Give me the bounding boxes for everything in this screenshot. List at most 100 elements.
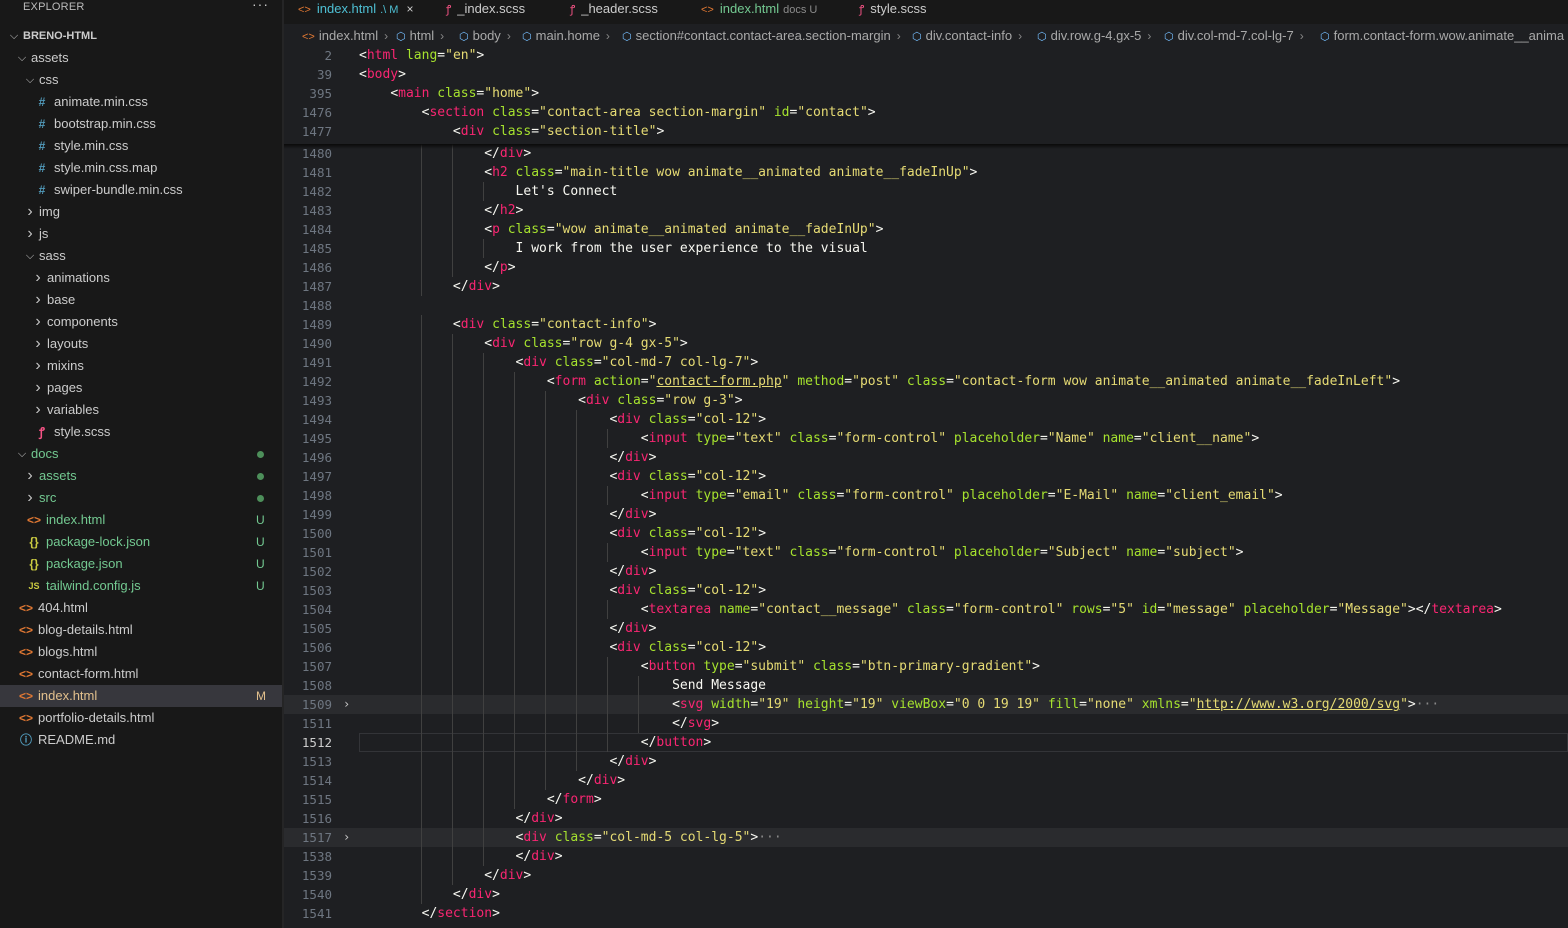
close-tab-icon[interactable]: × — [406, 2, 413, 16]
tree-file-style-min-css[interactable]: # style.min.css — [0, 135, 282, 157]
code-line[interactable]: 1500 <div class="col-12"> — [284, 524, 1568, 543]
code-line[interactable]: 1513 </div> — [284, 752, 1568, 771]
code-line[interactable]: 1540 </div> — [284, 885, 1568, 904]
code-line[interactable]: 1502 </div> — [284, 562, 1568, 581]
code-line[interactable]: 1504 <textarea name="contact__message" c… — [284, 600, 1568, 619]
tree-folder-docs[interactable]: ⌵ docs — [0, 443, 282, 465]
tree-folder-pages[interactable]: › pages — [0, 377, 282, 399]
tab-index-html[interactable]: <> index.html .\ M × — [298, 0, 413, 24]
code-line[interactable]: 1499 </div> — [284, 505, 1568, 524]
code-line[interactable]: 1488 — [284, 296, 1568, 315]
tab-index-scss[interactable]: ꝭ _index.scss — [446, 0, 525, 24]
tree-folder-sass[interactable]: ⌵ sass — [0, 245, 282, 267]
tree-folder-animations[interactable]: › animations — [0, 267, 282, 289]
code-line[interactable]: 1509 › <svg width="19" height="19" viewBo… — [284, 695, 1568, 714]
code-text: <input type="email" class="form-control"… — [640, 488, 1283, 503]
tree-folder-css[interactable]: ⌵ css — [0, 69, 282, 91]
sticky-scroll-line[interactable]: 1477 <div class="section-title"> — [284, 122, 1568, 141]
code-line[interactable]: 1481 <h2 class="main-title wow animate__… — [284, 163, 1568, 182]
chevron-right-icon: › — [35, 291, 41, 308]
code-line[interactable]: 1487 </div> — [284, 277, 1568, 296]
code-line[interactable]: 1507 <button type="submit" class="btn-pr… — [284, 657, 1568, 676]
tree-file-swiper-bundle-min-css[interactable]: # swiper-bundle.min.css — [0, 179, 282, 201]
breadcrumb-item[interactable]: ⬡ main.home › — [522, 26, 610, 47]
tree-file-bootstrap-min-css[interactable]: # bootstrap.min.css — [0, 113, 282, 135]
tree-file-blog-details-html[interactable]: <> blog-details.html — [0, 619, 282, 641]
tree-file-animate-min-css[interactable]: # animate.min.css — [0, 91, 282, 113]
tree-folder-variables[interactable]: › variables — [0, 399, 282, 421]
code-line[interactable]: 1541 </section> — [284, 904, 1568, 923]
code-line[interactable]: 1503 <div class="col-12"> — [284, 581, 1568, 600]
code-line[interactable]: 1539 </div> — [284, 866, 1568, 885]
sticky-scroll-line[interactable]: 395 <main class="home"> — [284, 84, 1568, 103]
code-line[interactable]: 1485 I work from the user experience to … — [284, 239, 1568, 258]
code-line[interactable]: 1497 <div class="col-12"> — [284, 467, 1568, 486]
breadcrumb-item[interactable]: <> index.html › — [302, 26, 388, 47]
code-line[interactable]: 1515 </form> — [284, 790, 1568, 809]
tree-folder-components[interactable]: › components — [0, 311, 282, 333]
code-line[interactable]: 1538 </div> — [284, 847, 1568, 866]
code-line[interactable]: 1489 <div class="contact-info"> — [284, 315, 1568, 334]
code-line[interactable]: 1512 </button> — [284, 733, 1568, 752]
tree-file-index-html[interactable]: <> index.html M — [0, 685, 282, 707]
code-line[interactable]: 1514 </div> — [284, 771, 1568, 790]
tree-file-style-min-css-map[interactable]: # style.min.css.map — [0, 157, 282, 179]
breadcrumb-item[interactable]: ⬡ form.contact-form.wow.animate__anima — [1320, 26, 1564, 47]
code-line[interactable]: 1516 </div> — [284, 809, 1568, 828]
tree-folder-js[interactable]: › js — [0, 223, 282, 245]
tree-file-package-lock-json[interactable]: {} package-lock.json U — [0, 531, 282, 553]
code-line[interactable]: 1511 </svg> — [284, 714, 1568, 733]
code-line[interactable]: 1508 Send Message — [284, 676, 1568, 695]
tree-file-portfolio-details-html[interactable]: <> portfolio-details.html — [0, 707, 282, 729]
fold-chevron-icon[interactable]: › — [343, 695, 350, 714]
code-line[interactable]: 1494 <div class="col-12"> — [284, 410, 1568, 429]
tree-file-blogs-html[interactable]: <> blogs.html — [0, 641, 282, 663]
code-line[interactable]: 1506 <div class="col-12"> — [284, 638, 1568, 657]
breadcrumb-item[interactable]: ⬡ div.row.g-4.gx-5 › — [1037, 26, 1151, 47]
sticky-scroll-line[interactable]: 1476 <section class="contact-area sectio… — [284, 103, 1568, 122]
code-line[interactable]: 1505 </div> — [284, 619, 1568, 638]
tree-folder-breno-html[interactable]: ⌵ BRENO-HTML — [0, 25, 282, 47]
breadcrumb-item[interactable]: ⬡ section#contact.contact-area.section-ma… — [622, 26, 901, 47]
tree-folder-src[interactable]: › src — [0, 487, 282, 509]
code-line[interactable]: 1498 <input type="email" class="form-con… — [284, 486, 1568, 505]
code-line[interactable]: 1483 </h2> — [284, 201, 1568, 220]
tree-folder-img[interactable]: › img — [0, 201, 282, 223]
breadcrumb-item[interactable]: ⬡ body › — [459, 26, 511, 47]
more-actions-icon[interactable]: ··· — [252, 0, 269, 12]
tree-folder-mixins[interactable]: › mixins — [0, 355, 282, 377]
breadcrumb-item[interactable]: ⬡ div.contact-info › — [912, 26, 1022, 47]
tree-file-contact-form-html[interactable]: <> contact-form.html — [0, 663, 282, 685]
tree-file-index-html[interactable]: <> index.html U — [0, 509, 282, 531]
tab-header-scss[interactable]: ꝭ _header.scss — [570, 0, 658, 24]
code-line[interactable]: 1517 › <div class="col-md-5 col-lg-5">··· — [284, 828, 1568, 847]
breadcrumb-item[interactable]: ⬡ html › — [396, 26, 444, 47]
code-line[interactable]: 1495 <input type="text" class="form-cont… — [284, 429, 1568, 448]
code-line[interactable]: 1493 <div class="row g-3"> — [284, 391, 1568, 410]
fold-chevron-icon[interactable]: › — [343, 828, 350, 847]
tree-folder-assets[interactable]: ⌵ assets — [0, 47, 282, 69]
sticky-scroll-line[interactable]: 39 <body> — [284, 65, 1568, 84]
code-line[interactable]: 1496 </div> — [284, 448, 1568, 467]
code-line[interactable]: 1482 Let's Connect — [284, 182, 1568, 201]
tree-folder-assets[interactable]: › assets — [0, 465, 282, 487]
code-area[interactable]: 1480 </div> 1481 <h2 class="main-title wo… — [284, 46, 1568, 928]
code-line[interactable]: 1492 <form action="contact-form.php" met… — [284, 372, 1568, 391]
tree-folder-base[interactable]: › base — [0, 289, 282, 311]
tree-file-package-json[interactable]: {} package.json U — [0, 553, 282, 575]
code-line[interactable]: 1491 <div class="col-md-7 col-lg-7"> — [284, 353, 1568, 372]
tree-file-style-scss[interactable]: ꝭ style.scss — [0, 421, 282, 443]
tree-file-readme-md[interactable]: ⓘ README.md — [0, 729, 282, 751]
code-line[interactable]: 1501 <input type="text" class="form-cont… — [284, 543, 1568, 562]
sticky-scroll-line[interactable]: 2 <html lang="en"> — [284, 46, 1568, 65]
code-line[interactable]: 1490 <div class="row g-4 gx-5"> — [284, 334, 1568, 353]
tree-file-404-html[interactable]: <> 404.html — [0, 597, 282, 619]
breadcrumb-item[interactable]: ⬡ div.col-md-7.col-lg-7 › — [1164, 26, 1304, 47]
code-line[interactable]: 1484 <p class="wow animate__animated ani… — [284, 220, 1568, 239]
code-text: </div> — [515, 811, 563, 826]
tab-index-html-docs[interactable]: <> index.html docs U — [701, 0, 817, 24]
tab-style-scss[interactable]: ꝭ style.scss — [859, 0, 927, 24]
code-line[interactable]: 1486 </p> — [284, 258, 1568, 277]
tree-folder-layouts[interactable]: › layouts — [0, 333, 282, 355]
tree-file-tailwind-config-js[interactable]: JS tailwind.config.js U — [0, 575, 282, 597]
